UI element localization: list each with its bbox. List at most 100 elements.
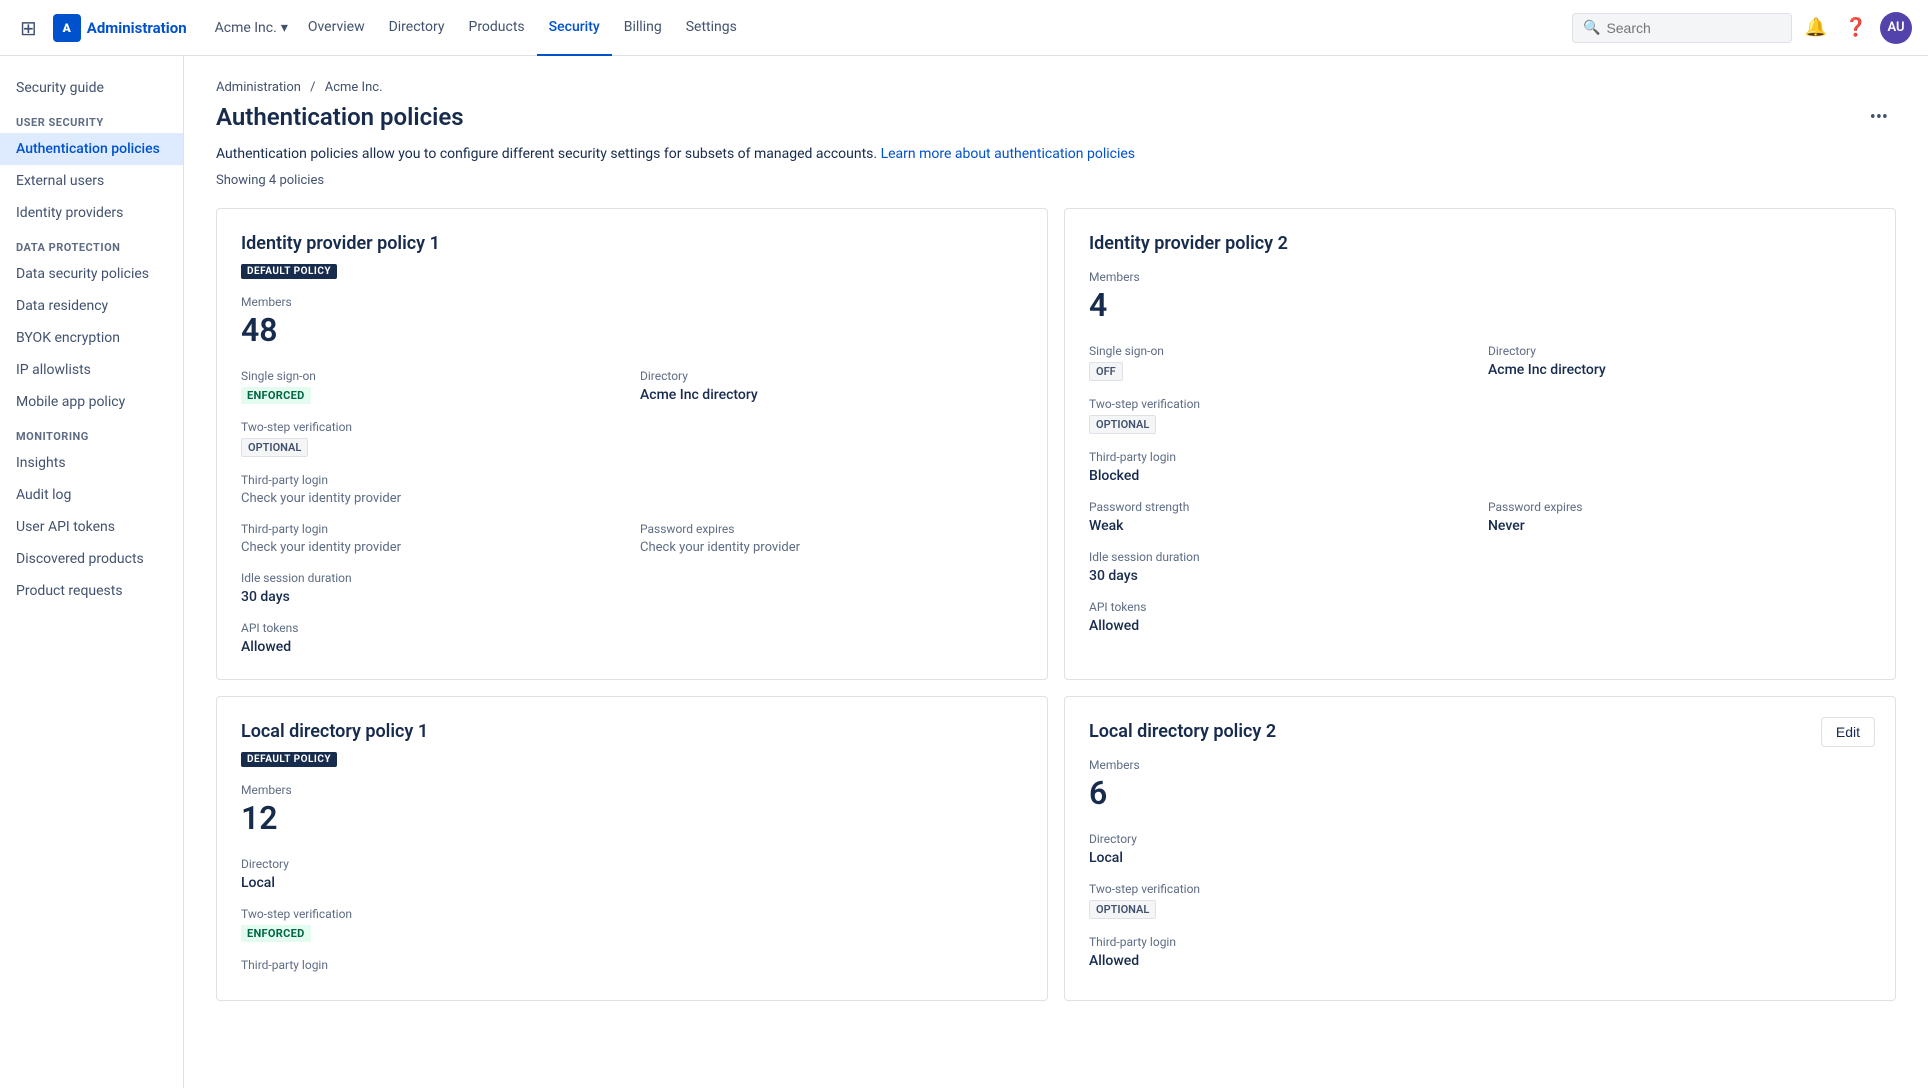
sidebar-item-data-residency[interactable]: Data residency	[0, 290, 183, 322]
sidebar-item-product-requests[interactable]: Product requests	[0, 575, 183, 607]
field-api-tokens-2: API tokens Allowed	[1089, 600, 1472, 634]
members-label-2: Members	[1089, 270, 1871, 284]
search-input[interactable]	[1606, 20, 1781, 36]
search-icon: 🔍	[1583, 20, 1600, 36]
policy-fields-4: Directory Local Two-step verification OP…	[1089, 832, 1871, 969]
page-header: Authentication policies •••	[216, 103, 1896, 132]
optional-badge-2step-4: OPTIONAL	[1089, 900, 1156, 919]
sidebar-section-monitoring: Monitoring	[0, 418, 183, 447]
nav-overview[interactable]: Overview	[296, 0, 377, 56]
field-2step: Two-step verification OPTIONAL	[241, 420, 624, 457]
org-chevron-icon: ▾	[281, 20, 288, 36]
field-2step-4: Two-step verification OPTIONAL	[1089, 882, 1472, 919]
sidebar: Security guide User Security Authenticat…	[0, 56, 184, 1088]
org-selector[interactable]: Acme Inc. ▾	[215, 20, 288, 36]
atlassian-logo[interactable]: A Administration	[53, 14, 187, 42]
nav-products[interactable]: Products	[456, 0, 536, 56]
members-count-2: 4	[1089, 286, 1871, 324]
brand-label: Administration	[87, 19, 187, 37]
sidebar-item-audit-log[interactable]: Audit log	[0, 479, 183, 511]
optional-badge-2step: OPTIONAL	[241, 438, 308, 457]
enforced-badge-sso: ENFORCED	[241, 387, 311, 404]
policy-fields-2: Single sign-on OFF Directory Acme Inc di…	[1089, 344, 1871, 634]
help-button[interactable]: ❓	[1840, 12, 1872, 44]
policy-title-1: Identity provider policy 1	[241, 233, 1023, 254]
policy-fields-3: Directory Local Two-step verification EN…	[241, 857, 1023, 976]
enforced-badge-2step-3: ENFORCED	[241, 925, 311, 942]
field-directory-4: Directory Local	[1089, 832, 1472, 866]
topnav-right: 🔍 🔔 ❓ AU	[1572, 12, 1912, 44]
nav-settings[interactable]: Settings	[674, 0, 749, 56]
field-3rdparty-login-2: Third-party login Check your identity pr…	[241, 522, 624, 555]
field-3rdparty-login-1: Third-party login Check your identity pr…	[241, 473, 624, 506]
main-navigation: Overview Directory Products Security Bil…	[296, 0, 1572, 56]
field-3rdparty-3: Third-party login	[241, 958, 624, 976]
nav-billing[interactable]: Billing	[612, 0, 674, 56]
policy-card-2: Identity provider policy 2 Members 4 Sin…	[1064, 208, 1896, 680]
sidebar-item-mobile-app[interactable]: Mobile app policy	[0, 386, 183, 418]
more-options-button[interactable]: •••	[1862, 103, 1896, 132]
field-api-tokens-1: API tokens Allowed	[241, 621, 624, 655]
page-layout: Security guide User Security Authenticat…	[0, 56, 1928, 1025]
sidebar-section-user-security: User Security	[0, 104, 183, 133]
sidebar-section-data-protection: Data Protection	[0, 229, 183, 258]
edit-button-policy4[interactable]: Edit	[1821, 717, 1875, 747]
members-label-4: Members	[1089, 758, 1871, 772]
main-content: Administration / Acme Inc. Authenticatio…	[184, 56, 1928, 1025]
page-title: Authentication policies	[216, 103, 464, 131]
default-badge-1: DEFAULT POLICY	[241, 264, 337, 279]
policy-grid: Identity provider policy 1 DEFAULT POLIC…	[216, 208, 1896, 1001]
learn-more-link[interactable]: Learn more about authentication policies	[881, 146, 1135, 162]
field-directory-3: Directory Local	[241, 857, 624, 891]
field-sso-2: Single sign-on OFF	[1089, 344, 1472, 381]
showing-count: Showing 4 policies	[216, 173, 1896, 188]
field-3rdparty-4: Third-party login Allowed	[1089, 935, 1472, 969]
sidebar-item-ip-allowlists[interactable]: IP allowlists	[0, 354, 183, 386]
off-badge-sso: OFF	[1089, 362, 1123, 381]
field-directory-2: Directory Acme Inc directory	[1488, 344, 1871, 381]
breadcrumb-org[interactable]: Acme Inc.	[325, 80, 383, 95]
sidebar-item-identity-providers[interactable]: Identity providers	[0, 197, 183, 229]
sidebar-item-security-guide[interactable]: Security guide	[0, 72, 183, 104]
policy-title-3: Local directory policy 1	[241, 721, 1023, 742]
notifications-button[interactable]: 🔔	[1800, 12, 1832, 44]
page-description: Authentication policies allow you to con…	[216, 144, 1896, 165]
policy-title-2: Identity provider policy 2	[1089, 233, 1871, 254]
policy-fields-1: Single sign-on ENFORCED Directory Acme I…	[241, 369, 1023, 655]
members-count-1: 48	[241, 311, 1023, 349]
field-pass-expires-2: Password expires Never	[1488, 500, 1871, 534]
org-name: Acme Inc.	[215, 20, 277, 36]
field-idle-session-2: Idle session duration 30 days	[1089, 550, 1472, 584]
optional-badge-2step-2: OPTIONAL	[1089, 415, 1156, 434]
grid-icon[interactable]: ⊞	[16, 12, 41, 44]
field-2step-2: Two-step verification OPTIONAL	[1089, 397, 1472, 434]
policy-title-4: Local directory policy 2	[1089, 721, 1871, 742]
sidebar-item-data-security[interactable]: Data security policies	[0, 258, 183, 290]
sidebar-item-user-api-tokens[interactable]: User API tokens	[0, 511, 183, 543]
field-sso: Single sign-on ENFORCED	[241, 369, 624, 404]
members-label-3: Members	[241, 783, 1023, 797]
breadcrumb: Administration / Acme Inc.	[216, 80, 1896, 95]
field-2step-3: Two-step verification ENFORCED	[241, 907, 624, 942]
sidebar-item-byok[interactable]: BYOK encryption	[0, 322, 183, 354]
search-box[interactable]: 🔍	[1572, 13, 1792, 43]
policy-card-3: Local directory policy 1 DEFAULT POLICY …	[216, 696, 1048, 1001]
field-directory: Directory Acme Inc directory	[640, 369, 1023, 404]
field-password-expires-1: Password expires Check your identity pro…	[640, 522, 1023, 555]
sidebar-item-insights[interactable]: Insights	[0, 447, 183, 479]
field-3rdparty-2: Third-party login Blocked	[1089, 450, 1472, 484]
nav-directory[interactable]: Directory	[377, 0, 457, 56]
field-idle-session-1: Idle session duration 30 days	[241, 571, 624, 605]
top-navigation: ⊞ A Administration Acme Inc. ▾ Overview …	[0, 0, 1928, 56]
nav-security[interactable]: Security	[537, 0, 612, 56]
policy-card-4: Local directory policy 2 Edit Members 6 …	[1064, 696, 1896, 1001]
atlassian-logo-icon: A	[53, 14, 81, 42]
sidebar-item-discovered-products[interactable]: Discovered products	[0, 543, 183, 575]
sidebar-item-external-users[interactable]: External users	[0, 165, 183, 197]
sidebar-item-auth-policies[interactable]: Authentication policies	[0, 133, 183, 165]
avatar[interactable]: AU	[1880, 12, 1912, 44]
breadcrumb-admin[interactable]: Administration	[216, 80, 301, 95]
policy-card-1: Identity provider policy 1 DEFAULT POLIC…	[216, 208, 1048, 680]
members-count-3: 12	[241, 799, 1023, 837]
members-label-1: Members	[241, 295, 1023, 309]
